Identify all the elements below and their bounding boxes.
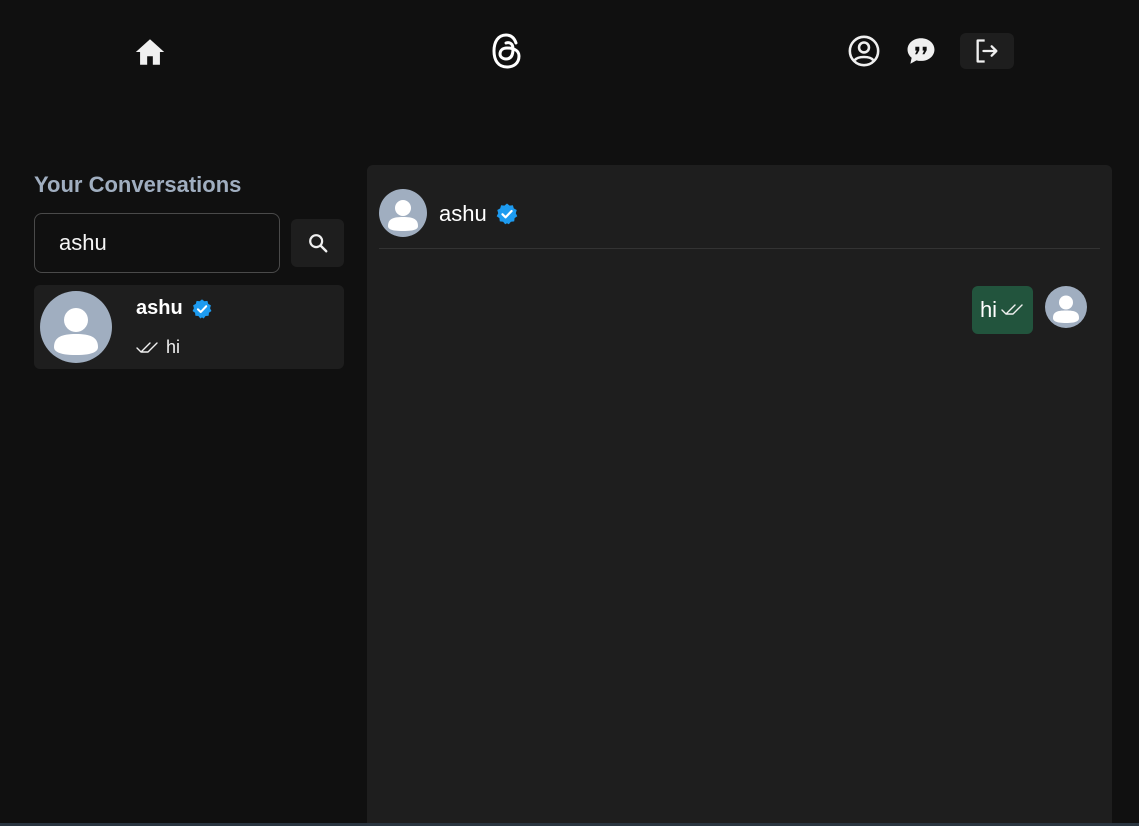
avatar: [1045, 286, 1087, 328]
user-circle-icon: [848, 35, 880, 67]
avatar: [40, 291, 112, 363]
threads-logo-button[interactable]: [486, 30, 528, 72]
search-conversation-input[interactable]: [34, 213, 280, 273]
conversations-title: Your Conversations: [34, 172, 242, 197]
conversation-username: ashu: [136, 297, 183, 319]
top-navbar: [0, 0, 1139, 100]
search-icon: [308, 234, 327, 253]
last-message-text: hi: [166, 337, 181, 357]
search-button[interactable]: [291, 219, 344, 267]
verified-badge-icon: [496, 203, 518, 225]
chat-quote-icon: [907, 38, 935, 64]
avatar: [379, 189, 427, 237]
profile-link[interactable]: [844, 31, 884, 71]
chat-panel: ashu hi: [367, 165, 1112, 826]
logout-icon: [976, 39, 998, 63]
double-check-icon: [136, 341, 158, 353]
conversation-item[interactable]: ashu hi: [34, 285, 344, 369]
double-check-icon: [1001, 304, 1023, 315]
message-text: hi: [979, 297, 998, 322]
chat-username: ashu: [439, 201, 487, 226]
chat-link[interactable]: [901, 31, 941, 71]
message-bubble: hi: [972, 286, 1033, 334]
chat-header: ashu: [379, 189, 1100, 249]
home-link[interactable]: [130, 32, 170, 72]
home-icon: [135, 39, 165, 65]
verified-badge-icon: [192, 298, 212, 318]
threads-logo-icon: [492, 33, 521, 69]
logout-button[interactable]: [960, 33, 1014, 69]
